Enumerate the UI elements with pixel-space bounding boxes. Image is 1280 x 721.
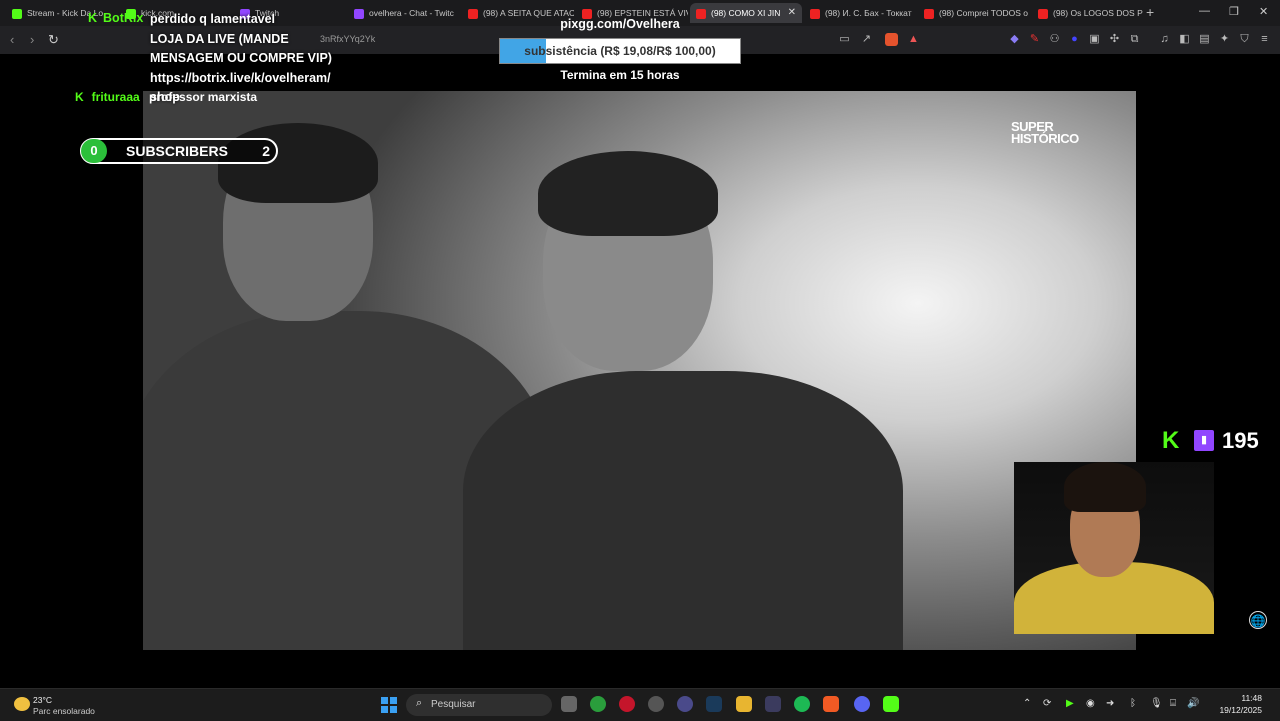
taskbar: 23°C Parc ensolarado ⌕ Pesquisar ⌃ ⟳ ▶ ◉… bbox=[0, 688, 1280, 721]
brave-shield-icon[interactable] bbox=[885, 33, 898, 46]
kick-icon bbox=[12, 8, 22, 19]
clock-date: 19/12/2025 bbox=[1219, 705, 1262, 715]
brave-icon[interactable] bbox=[823, 696, 839, 712]
tab-youtube-3[interactable]: (98) И. С. Бах - Токкат bbox=[804, 3, 916, 23]
obs-icon[interactable] bbox=[648, 696, 664, 712]
vpn-icon[interactable]: ⛉ bbox=[1238, 33, 1251, 46]
youtube-icon bbox=[924, 8, 934, 19]
tray-sync-icon[interactable]: ⟳ bbox=[1043, 698, 1051, 709]
reload-icon[interactable]: ↻ bbox=[48, 32, 59, 48]
webcam-overlay bbox=[1014, 462, 1214, 634]
goal-footer: Termina em 15 horas bbox=[560, 68, 680, 82]
ai-icon[interactable]: ✦ bbox=[1218, 33, 1231, 46]
close-tab-icon[interactable]: ✕ bbox=[788, 3, 796, 23]
menu-icon[interactable]: ≡ bbox=[1258, 33, 1271, 46]
youtube-icon bbox=[468, 8, 478, 19]
twitch-icon: ▮ bbox=[1194, 430, 1214, 451]
kick-icon: K bbox=[1162, 427, 1180, 454]
viewer-count: 195 bbox=[1222, 428, 1259, 453]
forward-icon[interactable]: › bbox=[30, 32, 34, 47]
weather-temp: 23°C bbox=[33, 695, 52, 705]
chat-message: Kfrituraaa professor marxista bbox=[75, 90, 257, 104]
youtube-icon bbox=[810, 8, 820, 19]
extension-icon[interactable]: ▣ bbox=[1088, 33, 1101, 46]
bluetooth-icon[interactable]: ᛒ bbox=[1130, 698, 1136, 709]
goal-progress-bar: subsistência (R$ 19,08/R$ 100,00) bbox=[499, 38, 741, 64]
twitch-icon bbox=[354, 8, 364, 19]
task-view-icon[interactable] bbox=[561, 696, 577, 712]
person-right-hair bbox=[538, 151, 718, 236]
botrix-label: K BotRix bbox=[88, 11, 144, 25]
video-frame[interactable]: SUPER HISTÓRICO bbox=[143, 91, 1136, 650]
spotify-icon[interactable] bbox=[794, 696, 810, 712]
brave-rewards-icon[interactable]: ▲ bbox=[907, 33, 920, 46]
wallet-icon[interactable]: ▤ bbox=[1198, 33, 1211, 46]
kick-icon: K bbox=[75, 90, 84, 104]
screenshot-icon[interactable]: ⧉ bbox=[1128, 33, 1141, 46]
tab-youtube-5[interactable]: (98) Os LOGOS DOS P bbox=[1032, 3, 1144, 23]
extensions-puzzle-icon[interactable]: ✣ bbox=[1108, 33, 1121, 46]
tray-play-icon[interactable]: ▶ bbox=[1066, 698, 1074, 709]
tray-chevron-icon[interactable]: ⌃ bbox=[1023, 698, 1031, 709]
media-icon[interactable]: ♫ bbox=[1158, 33, 1171, 46]
screen-icon[interactable]: ▭ bbox=[838, 33, 851, 46]
tray-app-icon[interactable]: ◉ bbox=[1086, 698, 1095, 709]
steam-icon[interactable] bbox=[706, 696, 722, 712]
new-tab-icon[interactable]: + bbox=[1146, 4, 1154, 20]
microphone-icon[interactable]: 🎙 bbox=[1150, 698, 1163, 709]
search-placeholder: Pesquisar bbox=[431, 699, 476, 710]
file-explorer-icon[interactable] bbox=[736, 696, 752, 712]
app-icon[interactable] bbox=[765, 696, 781, 712]
extension-icon[interactable]: ✎ bbox=[1028, 33, 1041, 46]
opera-icon[interactable] bbox=[619, 696, 635, 712]
clock-time: 11:48 bbox=[1241, 693, 1262, 703]
weather-condition: Parc ensolarado bbox=[33, 706, 95, 716]
extension-icon[interactable]: ⚇ bbox=[1048, 33, 1061, 46]
maximize-icon[interactable]: ❐ bbox=[1229, 5, 1239, 18]
network-icon[interactable]: ⌸ bbox=[1170, 698, 1176, 709]
discord-icon[interactable] bbox=[854, 696, 870, 712]
extension-icon[interactable]: ● bbox=[1068, 33, 1081, 46]
close-window-icon[interactable]: ✕ bbox=[1259, 5, 1268, 18]
tab-ovelhera-chat[interactable]: ovelhera - Chat - Twitc bbox=[348, 3, 460, 23]
chrome-icon[interactable] bbox=[590, 696, 606, 712]
back-icon[interactable]: ‹ bbox=[10, 32, 14, 47]
subscribers-right-count: 2 bbox=[262, 143, 270, 159]
taskbar-search[interactable]: ⌕ Pesquisar bbox=[406, 694, 552, 716]
globe-icon: 🌐 bbox=[1249, 611, 1267, 629]
chat-username: frituraaa bbox=[91, 90, 140, 104]
share-icon[interactable]: ↗ bbox=[860, 33, 873, 46]
kick-icon: K bbox=[88, 11, 98, 25]
subscribers-left-count: 0 bbox=[81, 139, 107, 163]
goal-text: subsistência (R$ 19,08/R$ 100,00) bbox=[524, 44, 716, 58]
streamer-hair bbox=[1064, 462, 1146, 512]
minimize-icon[interactable]: — bbox=[1199, 5, 1210, 17]
sidebar-icon[interactable]: ◧ bbox=[1178, 33, 1191, 46]
subscribers-label: SUBSCRIBERS bbox=[126, 143, 228, 159]
channel-watermark: SUPER HISTÓRICO bbox=[1011, 119, 1079, 146]
weather-icon bbox=[14, 697, 30, 711]
volume-icon[interactable]: 🔊 bbox=[1187, 698, 1199, 709]
kick-app-icon[interactable] bbox=[883, 696, 899, 712]
system-clock[interactable]: 11:48 19/12/2025 bbox=[1200, 692, 1262, 716]
tab-youtube-4[interactable]: (98) Comprei TODOS o bbox=[918, 3, 1030, 23]
search-icon: ⌕ bbox=[416, 697, 423, 709]
tray-app-icon[interactable]: ➜ bbox=[1106, 698, 1114, 709]
chat-text: professor marxista bbox=[149, 90, 258, 104]
goal-title: pixgg.com/Ovelhera bbox=[560, 17, 680, 31]
subscribers-counter: 0 SUBSCRIBERS 2 bbox=[80, 138, 278, 164]
extension-icon[interactable]: ◆ bbox=[1008, 33, 1021, 46]
youtube-icon bbox=[1038, 8, 1048, 19]
start-button[interactable] bbox=[381, 697, 397, 713]
app-icon[interactable] bbox=[677, 696, 693, 712]
person-right-body bbox=[463, 371, 903, 650]
